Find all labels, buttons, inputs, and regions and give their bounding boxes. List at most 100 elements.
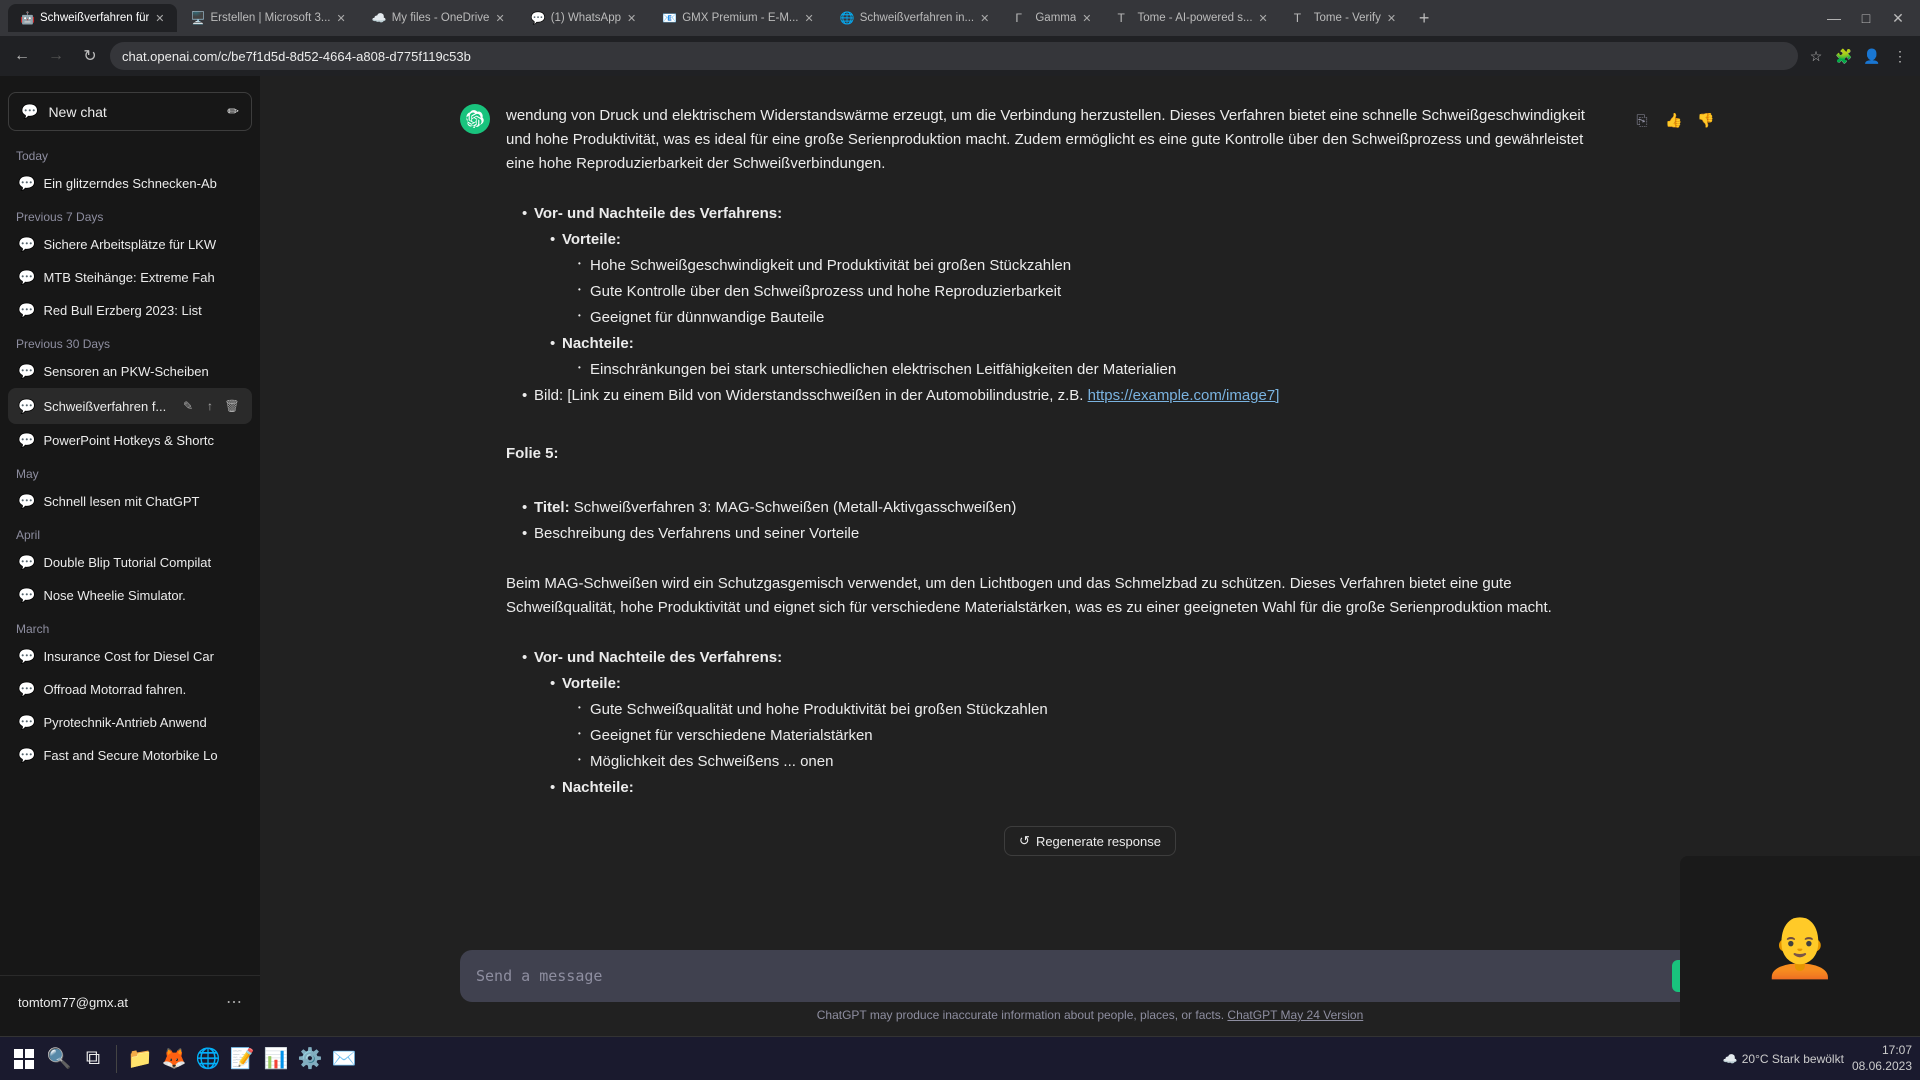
mag-nachteile-title: Nachteile: bbox=[562, 779, 634, 796]
date-display: 08.06.2023 bbox=[1852, 1059, 1912, 1075]
chat-item-label-c13: Pyrotechnik-Antrieb Anwend bbox=[43, 715, 242, 730]
disclaimer-text: ChatGPT may produce inaccurate informati… bbox=[460, 1002, 1720, 1028]
new-chat-button[interactable]: 💬 New chat ✏ bbox=[8, 92, 252, 131]
tab-tome2[interactable]: T Tome - Verify ✕ bbox=[1282, 4, 1408, 32]
copy-button[interactable]: ⎘ bbox=[1628, 106, 1656, 134]
weather-icon: ☁️ bbox=[1723, 1052, 1738, 1066]
sidebar-item-c3[interactable]: 💬 MTB Steihänge: Extreme Fah bbox=[8, 261, 252, 294]
tab-microsoft[interactable]: 🖥️ Erstellen | Microsoft 3... ✕ bbox=[179, 4, 358, 32]
taskbar-settings[interactable]: ⚙️ bbox=[295, 1044, 325, 1074]
windows-start-button[interactable] bbox=[8, 1043, 40, 1075]
sidebar-item-c9[interactable]: 💬 Double Blip Tutorial Compilat bbox=[8, 546, 252, 579]
tab-close-5[interactable]: ✕ bbox=[805, 12, 814, 25]
share-chat-button[interactable]: ↑ bbox=[200, 396, 220, 416]
taskbar-firefox[interactable]: 🦊 bbox=[159, 1044, 189, 1074]
vorteil-2: Gute Kontrolle über den Schweißprozess u… bbox=[578, 280, 1612, 304]
tab-close-9[interactable]: ✕ bbox=[1387, 12, 1396, 25]
forward-button[interactable]: → bbox=[42, 42, 70, 70]
settings-icon[interactable]: ⋮ bbox=[1888, 44, 1912, 68]
chat-icon: 💬 bbox=[21, 103, 38, 120]
sidebar-item-c5[interactable]: 💬 Sensoren an PKW-Scheiben bbox=[8, 355, 252, 388]
taskbar-word[interactable]: 📝 bbox=[227, 1044, 257, 1074]
reload-button[interactable]: ↻ bbox=[76, 42, 104, 70]
taskbar-chrome[interactable]: 🌐 bbox=[193, 1044, 223, 1074]
tab-schweiss-in[interactable]: 🌐 Schweißverfahren in... ✕ bbox=[828, 4, 1002, 32]
tab-close-6[interactable]: ✕ bbox=[980, 12, 989, 25]
close-button[interactable]: ✕ bbox=[1884, 4, 1912, 32]
taskbar-taskview[interactable]: ⧉ bbox=[78, 1044, 108, 1074]
tab-label-1: Schweißverfahren für bbox=[40, 12, 149, 24]
edit-chat-button[interactable]: ✎ bbox=[178, 396, 198, 416]
tab-favicon-6: 🌐 bbox=[840, 11, 854, 25]
regenerate-button[interactable]: ↺ Regenerate response bbox=[1004, 826, 1176, 856]
sidebar-item-c13[interactable]: 💬 Pyrotechnik-Antrieb Anwend bbox=[8, 706, 252, 739]
back-button[interactable]: ← bbox=[8, 42, 36, 70]
sidebar-item-c4[interactable]: 💬 Red Bull Erzberg 2023: List bbox=[8, 294, 252, 327]
profile-icon[interactable]: 👤 bbox=[1860, 44, 1884, 68]
sidebar-item-c12[interactable]: 💬 Offroad Motorrad fahren. bbox=[8, 673, 252, 706]
vor-nachteile-title: Vor- und Nachteile des Verfahrens: bbox=[534, 205, 782, 222]
thumbs-up-button[interactable]: 👍 bbox=[1660, 106, 1688, 134]
tab-whatsapp[interactable]: 💬 (1) WhatsApp ✕ bbox=[519, 4, 649, 32]
nachteil-1: Einschränkungen bei stark unterschiedlic… bbox=[578, 358, 1612, 382]
sidebar-item-c14[interactable]: 💬 Fast and Secure Motorbike Lo bbox=[8, 739, 252, 772]
mag-vorteil-2: Geeignet für verschiedene Materialstärke… bbox=[578, 724, 1612, 748]
tab-close-4[interactable]: ✕ bbox=[627, 12, 636, 25]
tab-close-7[interactable]: ✕ bbox=[1082, 12, 1091, 25]
tab-tome1[interactable]: T Tome - AI-powered s... ✕ bbox=[1105, 4, 1279, 32]
thumbs-down-button[interactable]: 👎 bbox=[1692, 106, 1720, 134]
chat-item-label-c2: Sichere Arbeitsplätze für LKW bbox=[43, 237, 242, 252]
tab-favicon-5: 📧 bbox=[662, 11, 676, 25]
delete-chat-button[interactable]: 🗑 bbox=[222, 396, 242, 416]
sidebar-item-c1[interactable]: 💬 Ein glitzerndes Schnecken-Ab bbox=[8, 167, 252, 200]
section-may: May bbox=[8, 457, 252, 485]
taskbar-powerpoint[interactable]: 📊 bbox=[261, 1044, 291, 1074]
tab-gamma[interactable]: Γ Gamma ✕ bbox=[1003, 4, 1103, 32]
sidebar-item-c8[interactable]: 💬 Schnell lesen mit ChatGPT bbox=[8, 485, 252, 518]
taskbar-mail[interactable]: ✉️ bbox=[329, 1044, 359, 1074]
new-tab-button[interactable]: + bbox=[1410, 4, 1438, 32]
tab-close-8[interactable]: ✕ bbox=[1259, 12, 1268, 25]
sidebar-item-c11[interactable]: 💬 Insurance Cost for Diesel Car bbox=[8, 640, 252, 673]
tab-favicon-3: ☁️ bbox=[372, 11, 386, 25]
chat-item-label-c10: Nose Wheelie Simulator. bbox=[43, 588, 242, 603]
paragraph-intro: wendung von Druck und elektrischem Wider… bbox=[506, 104, 1612, 176]
bild-link[interactable]: https://example.com/image7] bbox=[1088, 387, 1280, 404]
tab-schweissverfahren[interactable]: 🤖 Schweißverfahren für ✕ bbox=[8, 4, 177, 32]
tab-favicon-8: T bbox=[1117, 11, 1131, 25]
vorteil-3: Geeignet für dünnwandige Bauteile bbox=[578, 306, 1612, 330]
taskbar-search[interactable]: 🔍 bbox=[44, 1044, 74, 1074]
sidebar-scroll: Today 💬 Ein glitzerndes Schnecken-Ab Pre… bbox=[0, 139, 260, 971]
tab-close-1[interactable]: ✕ bbox=[155, 12, 164, 25]
mag-vor-nachteile-title: Vor- und Nachteile des Verfahrens: bbox=[534, 649, 782, 666]
sidebar-item-c10[interactable]: 💬 Nose Wheelie Simulator. bbox=[8, 579, 252, 612]
tab-close-2[interactable]: ✕ bbox=[336, 12, 345, 25]
bookmark-icon[interactable]: ☆ bbox=[1804, 44, 1828, 68]
extensions-icon[interactable]: 🧩 bbox=[1832, 44, 1856, 68]
taskbar-explorer[interactable]: 📁 bbox=[125, 1044, 155, 1074]
tab-gmx[interactable]: 📧 GMX Premium - E-M... ✕ bbox=[650, 4, 826, 32]
disclaimer-link[interactable]: ChatGPT May 24 Version bbox=[1227, 1008, 1363, 1022]
address-input[interactable] bbox=[110, 42, 1798, 70]
chat-item-label-c12: Offroad Motorrad fahren. bbox=[43, 682, 242, 697]
sidebar-item-c6[interactable]: 💬 Schweißverfahren f... ✎ ↑ 🗑 bbox=[8, 388, 252, 424]
minimize-button[interactable]: — bbox=[1820, 4, 1848, 32]
section-march: March bbox=[8, 612, 252, 640]
tab-close-3[interactable]: ✕ bbox=[495, 12, 504, 25]
chat-item-label-c8: Schnell lesen mit ChatGPT bbox=[43, 494, 242, 509]
main-area: wendung von Druck und elektrischem Wider… bbox=[260, 76, 1920, 1036]
user-menu-button[interactable]: ⋯ bbox=[226, 992, 242, 1012]
message-input[interactable] bbox=[476, 965, 1664, 988]
sidebar-item-c7[interactable]: 💬 PowerPoint Hotkeys & Shortc bbox=[8, 424, 252, 457]
folie5-item-1: Titel: Schweißverfahren 3: MAG-Schweißen… bbox=[522, 496, 1612, 520]
chat-item-icon-c11: 💬 bbox=[18, 648, 35, 665]
tab-controls: — □ ✕ bbox=[1820, 4, 1912, 32]
section-prev30: Previous 30 Days bbox=[8, 327, 252, 355]
sidebar-item-c2[interactable]: 💬 Sichere Arbeitsplätze für LKW bbox=[8, 228, 252, 261]
tab-label-9: Tome - Verify bbox=[1314, 12, 1381, 24]
user-row[interactable]: tomtom77@gmx.at ⋯ bbox=[8, 984, 252, 1020]
restore-button[interactable]: □ bbox=[1852, 4, 1880, 32]
tab-label-2: Erstellen | Microsoft 3... bbox=[211, 12, 331, 24]
section-april: April bbox=[8, 518, 252, 546]
tab-onedrive[interactable]: ☁️ My files - OneDrive ✕ bbox=[360, 4, 517, 32]
